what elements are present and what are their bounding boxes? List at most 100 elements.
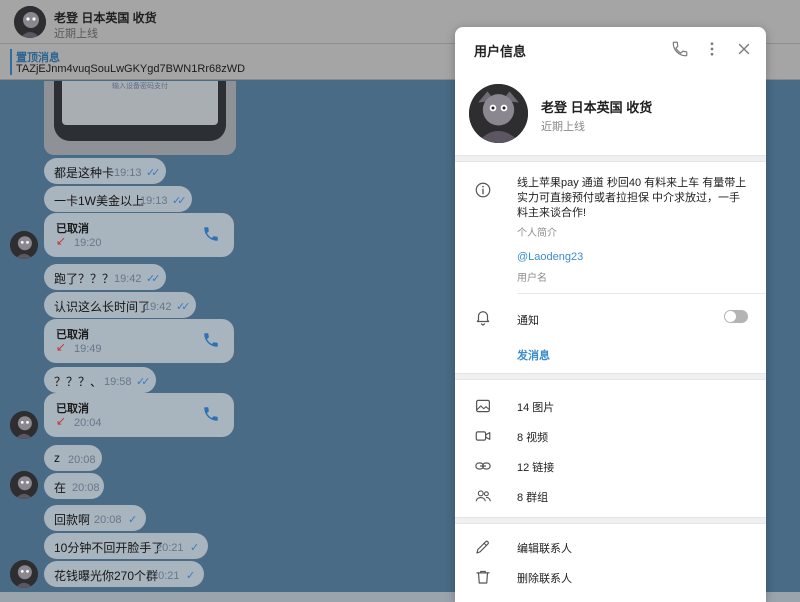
profile-avatar[interactable] [469,84,528,143]
user-info-panel: 用户信息 老登 日本英国 收货 近期上线 线上苹果pay 通道 秒回40 有料来… [455,27,766,602]
edit-contact-label: 编辑联系人 [517,543,572,555]
delete-contact-label: 删除联系人 [517,573,572,585]
edit-icon [476,540,489,554]
sender-avatar[interactable] [10,471,38,499]
trash-icon [476,570,490,584]
message-text: 一卡1W美金以上 [54,194,145,208]
media-links-row[interactable]: 12 链接 [455,452,766,480]
send-message-button[interactable]: 发消息 [517,347,550,363]
chat-title: 老登 日本英国 收货 [54,11,157,25]
message-text: ？？？、 [54,375,103,389]
sent-check-icon: ✓ [128,514,137,526]
bell-icon [476,311,490,326]
message-bubble[interactable]: 一卡1W美金以上 19:13 ✓✓ [44,186,192,212]
profile-name: 老登 日本英国 收货 [541,100,653,115]
more-options-icon[interactable] [703,40,721,58]
sent-check-icon: ✓ [186,570,195,582]
links-count: 12 链接 [517,462,555,474]
message-bubble[interactable]: 跑了？？？ 19:42 ✓✓ [44,264,166,290]
media-photos-row[interactable]: 14 图片 [455,392,766,420]
phone-icon[interactable] [202,225,220,243]
phone-photo: 输入设备密码支付 [54,81,226,141]
call-message[interactable]: 已取消 ↙ 20:04 [44,393,234,437]
toggle-knob [725,311,736,322]
call-icon[interactable] [671,40,689,58]
panel-header: 用户信息 [455,27,766,71]
call-time: 19:20 [74,237,102,249]
message-time: 20:21 [152,570,180,582]
message-bubble[interactable]: 认识这么长时间了 19:42 ✓✓ [44,292,196,318]
read-check-icon: ✓✓ [146,273,161,285]
message-time: 19:42 [144,301,172,313]
message-time: 20:08 [94,514,122,526]
image-icon [476,399,490,413]
missed-call-arrow-icon: ↙ [56,340,67,354]
message-text: 花钱曝光你270个群 [54,569,159,583]
notifications-toggle[interactable] [724,310,748,323]
media-videos-row[interactable]: 8 视频 [455,422,766,450]
message-bubble[interactable]: 10分钟不回开脸手了 20:21 ✓ [44,533,208,559]
notifications-label: 通知 [517,315,539,327]
media-groups-row[interactable]: 8 群组 [455,482,766,510]
videos-count: 8 视频 [517,432,549,444]
image-message[interactable]: 输入设备密码支付 [44,81,236,155]
link-icon [475,462,491,470]
read-check-icon: ✓✓ [176,301,191,313]
message-time: 19:13 [114,167,142,179]
bio-text: 线上苹果pay 通道 秒回40 有料来上车 有量带上实力可直接预付或者拉担保 中… [517,177,747,219]
read-check-icon: ✓✓ [136,376,151,388]
message-text: 回款啊 [54,513,91,527]
groups-count: 8 群组 [517,492,549,504]
panel-title: 用户信息 [474,44,527,59]
read-check-icon: ✓✓ [146,167,161,179]
photo-caption: 输入设备密码支付 [112,83,168,90]
username-label: 用户名 [517,273,547,284]
message-text: 认识这么长时间了 [54,300,151,314]
section-divider [455,517,766,524]
message-text: 跑了？？？ [54,272,115,286]
profile-status: 近期上线 [541,121,585,133]
username-link[interactable]: @Laodeng23 [517,251,583,263]
sender-avatar[interactable] [10,560,38,588]
thin-divider [517,293,766,294]
message-bubble[interactable]: 在 20:08 [44,473,104,499]
message-time: 19:58 [104,376,132,388]
photos-count: 14 图片 [517,402,555,414]
message-text: z [54,451,60,465]
read-check-icon: ✓✓ [172,195,187,207]
call-time: 19:49 [74,343,102,355]
sender-avatar[interactable] [10,411,38,439]
pinned-text: TAZjEJnm4vuqSouLwGKYgd7BWN1Rr68zWD [16,63,246,75]
section-divider [455,373,766,380]
message-text: 10分钟不回开脸手了 [54,541,164,555]
phone-icon[interactable] [202,405,220,423]
sender-avatar[interactable] [10,231,38,259]
delete-contact-row[interactable]: 删除联系人 [455,563,766,591]
message-time: 19:13 [140,195,168,207]
phone-icon[interactable] [202,331,220,349]
message-bubble[interactable]: ？？？、 19:58 ✓✓ [44,367,156,393]
message-bubble[interactable]: z 20:08 [44,445,102,471]
groups-icon [475,490,491,502]
pinned-accent-line [10,49,12,75]
message-bubble[interactable]: 花钱曝光你270个群 20:21 ✓ [44,561,204,587]
message-bubble[interactable]: 都是这种卡 19:13 ✓✓ [44,158,166,184]
call-message[interactable]: 已取消 ↙ 19:20 [44,213,234,257]
missed-call-arrow-icon: ↙ [56,234,67,248]
bio-label: 个人简介 [517,228,557,239]
sent-check-icon: ✓ [190,542,199,554]
chat-status: 近期上线 [54,28,98,40]
call-message[interactable]: 已取消 ↙ 19:49 [44,319,234,363]
info-icon [475,182,491,198]
message-time: 20:08 [68,454,96,466]
video-icon [475,431,491,441]
phone-screen: 输入设备密码支付 [62,81,218,125]
missed-call-arrow-icon: ↙ [56,414,67,428]
close-icon[interactable] [735,40,753,58]
edit-contact-row[interactable]: 编辑联系人 [455,533,766,561]
chat-avatar[interactable] [14,6,46,38]
message-text: 在 [54,481,67,495]
call-time: 20:04 [74,417,102,429]
message-bubble[interactable]: 回款啊 20:08 ✓ [44,505,146,531]
message-time: 20:08 [72,482,100,494]
